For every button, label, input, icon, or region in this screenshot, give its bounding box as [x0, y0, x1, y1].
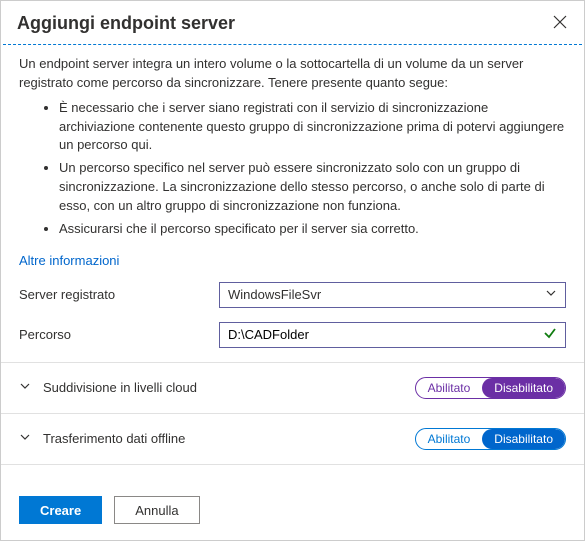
- section-separator: [1, 362, 584, 363]
- section-separator: [1, 464, 584, 465]
- cloud-tiering-label: Suddivisione in livelli cloud: [43, 380, 415, 395]
- bullet-item: Assicurarsi che il percorso specificato …: [59, 220, 566, 239]
- expand-icon[interactable]: [19, 431, 43, 446]
- bullet-item: È necessario che i server siano registra…: [59, 99, 566, 156]
- toggle-disabled-option[interactable]: Disabilitato: [482, 429, 565, 449]
- create-button[interactable]: Creare: [19, 496, 102, 524]
- path-label: Percorso: [19, 327, 219, 342]
- offline-transfer-label: Trasferimento dati offline: [43, 431, 415, 446]
- toggle-enabled-option[interactable]: Abilitato: [416, 378, 483, 398]
- header-separator: [3, 44, 582, 45]
- chevron-down-icon: [545, 287, 557, 302]
- toggle-enabled-option[interactable]: Abilitato: [416, 429, 483, 449]
- offline-transfer-toggle[interactable]: Abilitato Disabilitato: [415, 428, 566, 450]
- toggle-disabled-option[interactable]: Disabilitato: [482, 378, 565, 398]
- bullet-item: Un percorso specifico nel server può ess…: [59, 159, 566, 216]
- panel-title: Aggiungi endpoint server: [17, 13, 235, 34]
- check-icon: [543, 326, 557, 343]
- server-label: Server registrato: [19, 287, 219, 302]
- bullet-list: È necessario che i server siano registra…: [19, 99, 566, 239]
- path-input[interactable]: [228, 327, 543, 342]
- offline-transfer-row: Trasferimento dati offline Abilitato Dis…: [19, 420, 566, 458]
- expand-icon[interactable]: [19, 380, 43, 395]
- path-input-wrap[interactable]: [219, 322, 566, 348]
- cloud-tiering-toggle[interactable]: Abilitato Disabilitato: [415, 377, 566, 399]
- close-icon[interactable]: [552, 14, 568, 33]
- server-select-value: WindowsFileSvr: [228, 287, 321, 302]
- more-info-link[interactable]: Altre informazioni: [19, 253, 119, 268]
- intro-text: Un endpoint server integra un intero vol…: [19, 55, 566, 93]
- section-separator: [1, 413, 584, 414]
- cloud-tiering-row: Suddivisione in livelli cloud Abilitato …: [19, 369, 566, 407]
- cancel-button[interactable]: Annulla: [114, 496, 199, 524]
- server-select[interactable]: WindowsFileSvr: [219, 282, 566, 308]
